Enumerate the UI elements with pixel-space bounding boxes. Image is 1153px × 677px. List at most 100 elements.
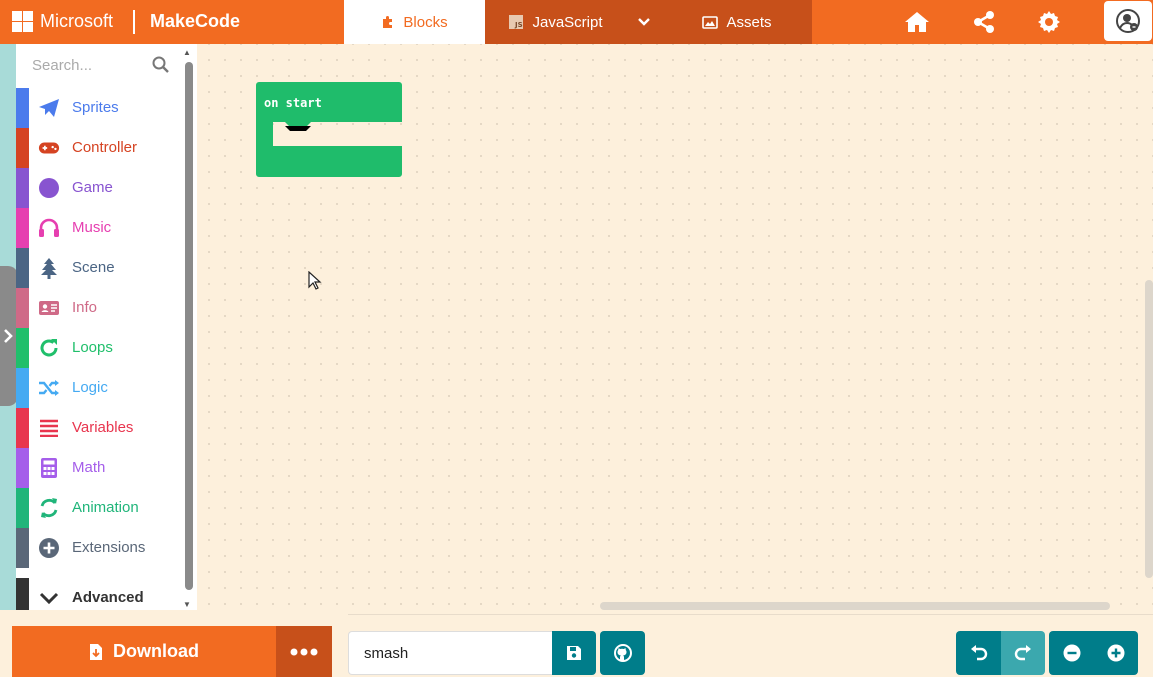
gamepad-icon xyxy=(38,137,60,159)
blocks-workspace[interactable]: on start xyxy=(197,44,1153,610)
category-color-bar xyxy=(16,168,29,208)
zoom-in-button[interactable] xyxy=(1094,631,1138,675)
share-icon xyxy=(974,11,994,33)
on-start-block[interactable]: on start xyxy=(256,82,402,177)
tab-language-dropdown[interactable] xyxy=(626,0,662,44)
category-color-bar xyxy=(16,128,29,168)
toolbox-scroll-up[interactable]: ▲ xyxy=(183,48,191,57)
download-label: Download xyxy=(113,641,199,661)
category-math[interactable]: Math xyxy=(16,448,182,488)
toolbox: Sprites Controller Game Music Scene Info… xyxy=(16,44,197,618)
redo-button[interactable] xyxy=(1001,631,1045,675)
circle-icon xyxy=(38,177,60,199)
github-icon xyxy=(613,644,632,662)
category-color-bar xyxy=(16,248,29,288)
category-color-bar xyxy=(16,328,29,368)
category-color-bar xyxy=(16,408,29,448)
download-file-icon xyxy=(90,643,102,660)
share-button[interactable] xyxy=(962,0,1006,44)
tab-blocks-label: Blocks xyxy=(403,13,448,31)
category-controller[interactable]: Controller xyxy=(16,128,182,168)
svg-text:JS: JS xyxy=(514,21,523,29)
github-button[interactable] xyxy=(600,631,645,675)
category-label: Controller xyxy=(72,139,138,156)
category-label: Sprites xyxy=(72,99,119,116)
plus-circle-icon xyxy=(1107,644,1125,662)
category-scene[interactable]: Scene xyxy=(16,248,182,288)
image-icon xyxy=(702,15,719,29)
gear-icon xyxy=(1038,11,1060,33)
category-label: Extensions xyxy=(72,539,146,556)
headphones-icon xyxy=(38,217,60,239)
bottom-divider xyxy=(348,614,1153,615)
minus-circle-icon xyxy=(1063,644,1080,662)
category-label: Variables xyxy=(72,419,134,436)
project-name-input[interactable] xyxy=(348,631,553,675)
id-card-icon xyxy=(38,297,60,319)
category-color-bar xyxy=(16,88,29,128)
profile-icon xyxy=(1116,9,1140,33)
search-icon[interactable] xyxy=(152,56,170,74)
category-music[interactable]: Music xyxy=(16,208,182,248)
toolbox-scrollbar[interactable] xyxy=(185,62,193,590)
category-animation[interactable]: Animation xyxy=(16,488,182,528)
workspace-horizontal-scrollbar[interactable] xyxy=(600,602,1110,610)
puzzle-icon xyxy=(383,16,393,28)
toolbox-scroll-down[interactable]: ▼ xyxy=(183,600,191,609)
brand-makecode[interactable]: MakeCode xyxy=(150,11,240,32)
home-icon xyxy=(905,12,929,32)
chevron-right-icon xyxy=(4,329,13,343)
header-bar: Microsoft MakeCode Blocks JS JavaScript … xyxy=(0,0,1153,44)
editor-tabs: Blocks JS JavaScript Assets xyxy=(344,0,812,44)
category-label: Game xyxy=(72,179,113,196)
more-options-button[interactable] xyxy=(276,626,332,677)
category-variables[interactable]: Variables xyxy=(16,408,182,448)
category-color-bar xyxy=(16,288,29,328)
undo-icon xyxy=(970,645,987,661)
workspace-vertical-scrollbar[interactable] xyxy=(1145,280,1153,578)
ellipsis-icon xyxy=(290,648,318,655)
chevron-down-icon xyxy=(38,587,60,609)
zoom-out-button[interactable] xyxy=(1049,631,1094,675)
list-icon xyxy=(38,417,60,439)
tab-javascript-label: JavaScript xyxy=(532,13,603,31)
category-label: Animation xyxy=(72,499,139,516)
save-icon xyxy=(567,646,581,660)
brand-microsoft[interactable]: Microsoft xyxy=(40,11,113,32)
settings-button[interactable] xyxy=(1027,0,1071,44)
toolbox-search xyxy=(16,44,182,86)
shuffle-icon xyxy=(38,377,60,399)
category-label: Math xyxy=(72,459,106,476)
category-logic[interactable]: Logic xyxy=(16,368,182,408)
on-start-label: on start xyxy=(264,96,322,110)
tab-javascript[interactable]: JS JavaScript xyxy=(485,0,626,44)
category-game[interactable]: Game xyxy=(16,168,182,208)
category-color-bar xyxy=(16,368,29,408)
download-button[interactable]: Download xyxy=(12,626,276,677)
category-label: Music xyxy=(72,219,112,236)
tab-assets-label: Assets xyxy=(726,13,772,31)
save-button[interactable] xyxy=(552,631,596,675)
undo-button[interactable] xyxy=(956,631,1001,675)
category-color-bar xyxy=(16,528,29,568)
category-label: Logic xyxy=(72,379,108,396)
microsoft-logo-icon xyxy=(12,11,33,32)
category-sprites[interactable]: Sprites xyxy=(16,88,182,128)
tab-assets[interactable]: Assets xyxy=(662,0,812,44)
category-extensions[interactable]: Extensions xyxy=(16,528,182,568)
category-loops[interactable]: Loops xyxy=(16,328,182,368)
refresh-icon xyxy=(38,337,60,359)
category-label: Info xyxy=(72,299,98,316)
category-color-bar xyxy=(16,448,29,488)
category-label: Scene xyxy=(72,259,115,276)
category-info[interactable]: Info xyxy=(16,288,182,328)
tab-blocks[interactable]: Blocks xyxy=(344,0,485,44)
category-color-bar xyxy=(16,488,29,528)
tree-icon xyxy=(38,257,60,279)
brand-separator xyxy=(133,10,135,34)
category-color-bar xyxy=(16,208,29,248)
profile-button[interactable] xyxy=(1104,1,1152,41)
mouse-cursor-icon xyxy=(308,271,322,290)
paper-plane-icon xyxy=(38,97,60,119)
home-button[interactable] xyxy=(895,0,939,44)
